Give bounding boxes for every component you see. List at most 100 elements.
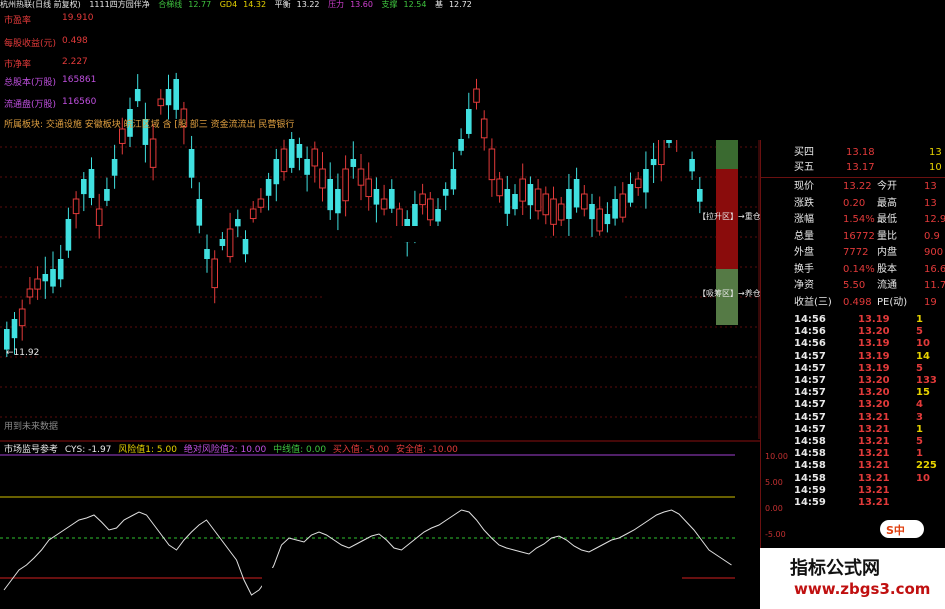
candle (81, 172, 87, 212)
candle (634, 171, 642, 196)
tick-time: 14:57 (794, 362, 826, 374)
quote-value: 0.14% (843, 263, 875, 275)
ma-value-1: 14.32 (243, 0, 267, 9)
input-method-badge: S中 (880, 520, 924, 538)
candle (566, 173, 572, 236)
quote-label: 量比 (877, 230, 897, 242)
candle (196, 182, 203, 234)
ma-label-2: 平衡 (274, 0, 291, 9)
candle (173, 72, 179, 119)
tick-time: 14:58 (794, 460, 826, 472)
candle (34, 266, 41, 300)
fundamental-value: 116560 (62, 97, 97, 107)
quote-value: 0.9 (924, 230, 940, 242)
quote-row: 涨幅 1.54% 最低 12.9 (761, 213, 945, 227)
quote-label: 总量 (794, 230, 814, 242)
tick-row[interactable]: 14:58 13.21 5 (761, 436, 945, 448)
tick-row[interactable]: 14:57 13.20 4 (761, 399, 945, 411)
candle (188, 135, 195, 189)
indicator-cys: CYS: -1.97 (64, 445, 112, 455)
fundamental-label: 流通盘(万股) (4, 100, 57, 110)
tick-time: 14:58 (794, 448, 826, 460)
ma-value-2: 13.22 (296, 0, 320, 9)
quote-label: 涨幅 (794, 214, 814, 225)
indicator-axis: 10.005.000.00-5.00-10.00 (765, 452, 795, 565)
candle (311, 141, 319, 183)
occlusion-block (322, 283, 622, 323)
candle (219, 232, 226, 251)
tick-price: 13.20 (858, 399, 890, 411)
indicator-axis-label: 0.00 (765, 504, 783, 513)
tick-row[interactable]: 14:56 13.20 5 (761, 326, 945, 338)
candle (327, 162, 333, 220)
tick-time: 14:58 (794, 472, 826, 484)
candle (273, 148, 280, 202)
fundamental-label: 每股收益(元) (4, 39, 57, 49)
tick-time: 14:59 (794, 484, 826, 496)
candle (689, 151, 695, 180)
quote-label: 现价 (794, 181, 814, 192)
fundamental-value: 19.910 (62, 13, 94, 23)
quote-value: 16772 (843, 230, 875, 242)
candle (534, 178, 542, 220)
tick-row[interactable]: 14:57 13.21 1 (761, 424, 945, 436)
tick-time: 14:57 (794, 375, 826, 386)
occlusion-block (533, 0, 773, 140)
tick-volume: 1 (916, 448, 923, 460)
quote-label: 涨跌 (794, 197, 814, 209)
tick-price: 13.21 (858, 484, 890, 496)
candle (697, 177, 703, 214)
quote-row: 收益(三) 0.498 PE(动) 19 (761, 296, 945, 310)
tick-row[interactable]: 14:57 13.19 14 (761, 351, 945, 363)
tick-time: 14:56 (794, 326, 826, 338)
tick-price: 13.21 (858, 497, 890, 508)
quote-value: 19 (924, 296, 937, 308)
tick-volume: 5 (916, 326, 923, 338)
quote-label: 流通 (877, 280, 897, 291)
tick-row[interactable]: 14:57 13.19 5 (761, 363, 945, 375)
tick-row[interactable]: 14:56 13.19 1 (761, 314, 945, 326)
fundamental-label: 市净率 (4, 60, 32, 70)
fundamental-value: 0.498 (62, 36, 88, 46)
ma-label-3: 压力 (328, 0, 345, 9)
quote-value: 11.7 (924, 280, 945, 291)
candle (589, 193, 595, 237)
ma-value-5: 12.72 (448, 0, 472, 9)
fundamental-label: 总股本(万股) (4, 78, 57, 88)
quote-label: 股本 (877, 263, 897, 275)
tick-row[interactable]: 14:57 13.20 133 (761, 375, 945, 387)
candle (111, 144, 118, 189)
quote-value: 13 (924, 181, 937, 192)
order-price: 13.17 (846, 162, 875, 173)
candle (18, 299, 26, 341)
quote-label: 最高 (877, 197, 897, 209)
tick-row[interactable]: 14:57 13.20 15 (761, 387, 945, 399)
tick-price: 13.20 (858, 375, 890, 386)
tick-volume: 10 (916, 338, 930, 350)
tick-row[interactable]: 14:57 13.21 3 (761, 412, 945, 424)
candle (235, 209, 241, 238)
candle (619, 182, 627, 223)
candle (95, 193, 103, 239)
indicator-chart[interactable] (0, 440, 760, 609)
quote-value: 1.54% (843, 214, 875, 225)
tick-price: 13.19 (858, 314, 890, 325)
quote-row: 净资 5.50 流通 11.7 (761, 279, 945, 293)
future-data-note: 用到未来数据 (4, 422, 59, 432)
candle (57, 244, 64, 288)
candle (257, 188, 265, 213)
tick-volume: 5 (916, 362, 923, 374)
candle (157, 89, 165, 115)
order-volume: 10 (929, 162, 942, 173)
tick-row[interactable]: 14:56 13.19 10 (761, 338, 945, 350)
candle (365, 162, 372, 211)
tick-time: 14:57 (794, 411, 826, 423)
indicator-buy: 买入值: -5.00 (332, 445, 390, 455)
order-book-row: 买四 13.18 13 (761, 146, 945, 160)
order-price: 13.18 (846, 147, 875, 158)
candle (304, 146, 310, 192)
candle (88, 157, 95, 206)
ma-value-3: 13.60 (350, 0, 373, 9)
order-label: 买五 (794, 162, 814, 173)
candle (527, 176, 534, 220)
